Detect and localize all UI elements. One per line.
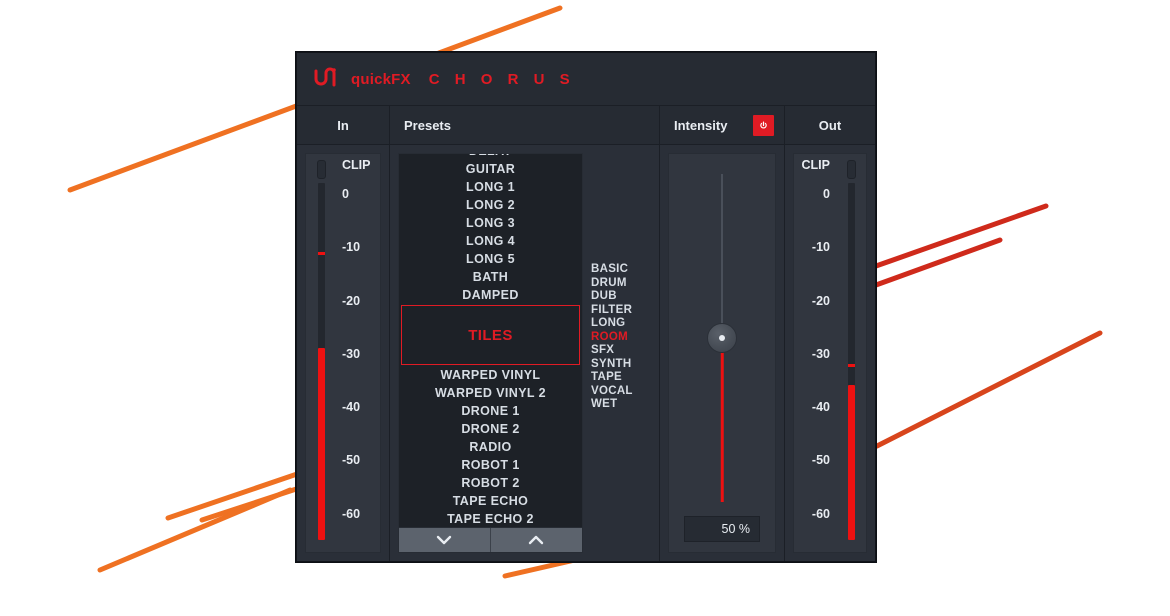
preset-item[interactable]: DAMPED [399, 286, 582, 304]
category-item[interactable]: FILTER [591, 304, 653, 318]
out-meter-stack [836, 154, 866, 552]
presets-body: DELAYGUITARLONG 1LONG 2LONG 3LONG 4LONG … [390, 145, 659, 561]
preset-item[interactable]: BATH [399, 268, 582, 286]
in-meter-panel[interactable]: CLIP 0 -10 -20 -30 -40 -50 -60 [305, 153, 381, 553]
intensity-panel: 50 % [668, 153, 776, 553]
out-meter-area: CLIP 0 -10 -20 -30 -40 -50 -60 [785, 145, 875, 561]
in-column: In CLIP 0 -10 -20 -30 -40 -50 -60 [297, 106, 390, 561]
preset-item-selected[interactable]: TILES [401, 305, 580, 365]
preset-item[interactable]: LONG 3 [399, 214, 582, 232]
preset-list-panel: DELAYGUITARLONG 1LONG 2LONG 3LONG 4LONG … [398, 153, 583, 553]
out-label: Out [818, 117, 842, 133]
meter-tick: -60 [811, 506, 830, 521]
out-clip-label: CLIP [801, 158, 830, 172]
wave-logo-icon [314, 67, 336, 87]
in-meter-fill [317, 348, 325, 540]
preset-scroll-up-button[interactable] [490, 528, 582, 552]
presets-column: Presets DELAYGUITARLONG 1LONG 2LONG 3LON… [390, 106, 660, 561]
category-item[interactable]: SFX [591, 344, 653, 358]
meter-tick: -20 [342, 293, 361, 308]
meter-tick: -60 [342, 506, 361, 521]
category-item[interactable]: SYNTH [591, 358, 653, 372]
preset-item[interactable]: LONG 1 [399, 178, 582, 196]
in-header: In [297, 106, 389, 145]
category-item[interactable]: BASIC [591, 263, 653, 277]
out-meter-peak [847, 364, 855, 368]
out-column: Out CLIP 0 -10 -20 -30 -40 -50 -60 [785, 106, 875, 561]
in-meter-peak [317, 252, 325, 256]
preset-item[interactable]: LONG 2 [399, 196, 582, 214]
preset-item[interactable]: TAPE ECHO [399, 492, 582, 510]
in-meter-track [317, 183, 325, 540]
preset-item[interactable]: LONG 5 [399, 250, 582, 268]
preset-item[interactable]: ROBOT 1 [399, 456, 582, 474]
meter-tick: -40 [342, 400, 361, 415]
meter-tick: -10 [811, 240, 830, 255]
meter-tick: 0 [823, 186, 830, 201]
intensity-slider[interactable] [702, 168, 742, 508]
out-meter-fill [847, 385, 855, 540]
out-meter-track [847, 183, 855, 540]
intensity-header: Intensity [660, 106, 784, 145]
meter-tick: -30 [811, 346, 830, 361]
meter-tick: -50 [342, 453, 361, 468]
preset-item[interactable]: WARPED VINYL 2 [399, 384, 582, 402]
preset-item[interactable]: LONG 4 [399, 232, 582, 250]
category-item[interactable]: DRUM [591, 277, 653, 291]
in-clip-led[interactable] [316, 160, 326, 179]
in-meter-stack [306, 154, 336, 552]
preset-item[interactable]: DRONE 1 [399, 402, 582, 420]
chevron-up-icon [529, 535, 544, 545]
category-item[interactable]: ROOM [591, 331, 653, 345]
intensity-value[interactable]: 50 % [684, 516, 760, 542]
meter-tick: -30 [342, 346, 361, 361]
meter-tick: -40 [811, 400, 830, 415]
preset-item[interactable]: DRONE 2 [399, 420, 582, 438]
category-item[interactable]: DUB [591, 290, 653, 304]
category-list: BASIC DRUM DUB FILTER LONG ROOM SFX SYNTH TAPE VO… [583, 153, 653, 553]
preset-item[interactable]: WARPED VINYL [399, 366, 582, 384]
in-meter-scale: CLIP 0 -10 -20 -30 -40 -50 -60 [336, 154, 380, 552]
preset-list: DELAYGUITARLONG 1LONG 2LONG 3LONG 4LONG … [399, 154, 582, 527]
meter-tick: 0 [342, 186, 349, 201]
out-clip-led[interactable] [846, 160, 856, 179]
preset-nav [399, 527, 582, 552]
in-label: In [337, 117, 349, 133]
slider-knob[interactable] [707, 323, 737, 353]
in-meter-area: CLIP 0 -10 -20 -30 -40 -50 -60 [297, 145, 389, 561]
presets-label: Presets [404, 117, 451, 133]
meter-tick: -10 [342, 240, 361, 255]
presets-header: Presets [390, 106, 659, 145]
intensity-column: Intensity 50 % [660, 106, 785, 561]
preset-scroll-down-button[interactable] [399, 528, 491, 552]
preset-item[interactable]: TAPE ECHO 2 [399, 510, 582, 527]
preset-item[interactable]: GUITAR [399, 160, 582, 178]
plugin-window: quickFX C H O R U S In CLIP 0 -10 -20 -3… [296, 52, 876, 562]
meter-tick: -50 [811, 453, 830, 468]
intensity-label: Intensity [674, 117, 728, 133]
main-body: In CLIP 0 -10 -20 -30 -40 -50 -60 Preset… [297, 106, 875, 561]
power-icon [760, 121, 767, 129]
in-clip-label: CLIP [342, 158, 371, 172]
meter-tick: -20 [811, 293, 830, 308]
product-title: C H O R U S [428, 70, 576, 88]
category-item[interactable]: VOCAL [591, 385, 653, 399]
title-bar: quickFX C H O R U S [297, 53, 875, 106]
out-meter-scale: CLIP 0 -10 -20 -30 -40 -50 -60 [794, 154, 836, 552]
preset-scroll-area[interactable]: DELAYGUITARLONG 1LONG 2LONG 3LONG 4LONG … [399, 154, 582, 527]
power-button[interactable] [753, 114, 774, 136]
preset-item[interactable]: RADIO [399, 438, 582, 456]
category-item[interactable]: TAPE [591, 371, 653, 385]
chevron-down-icon [437, 535, 452, 545]
out-header: Out [785, 106, 875, 145]
brand-label: quickFX [351, 70, 411, 88]
preset-item[interactable]: ROBOT 2 [399, 474, 582, 492]
slider-fill [720, 338, 724, 502]
intensity-body: 50 % [660, 145, 784, 561]
category-item[interactable]: LONG [591, 317, 653, 331]
category-item[interactable]: WET [591, 398, 653, 412]
out-meter-panel[interactable]: CLIP 0 -10 -20 -30 -40 -50 -60 [793, 153, 867, 553]
